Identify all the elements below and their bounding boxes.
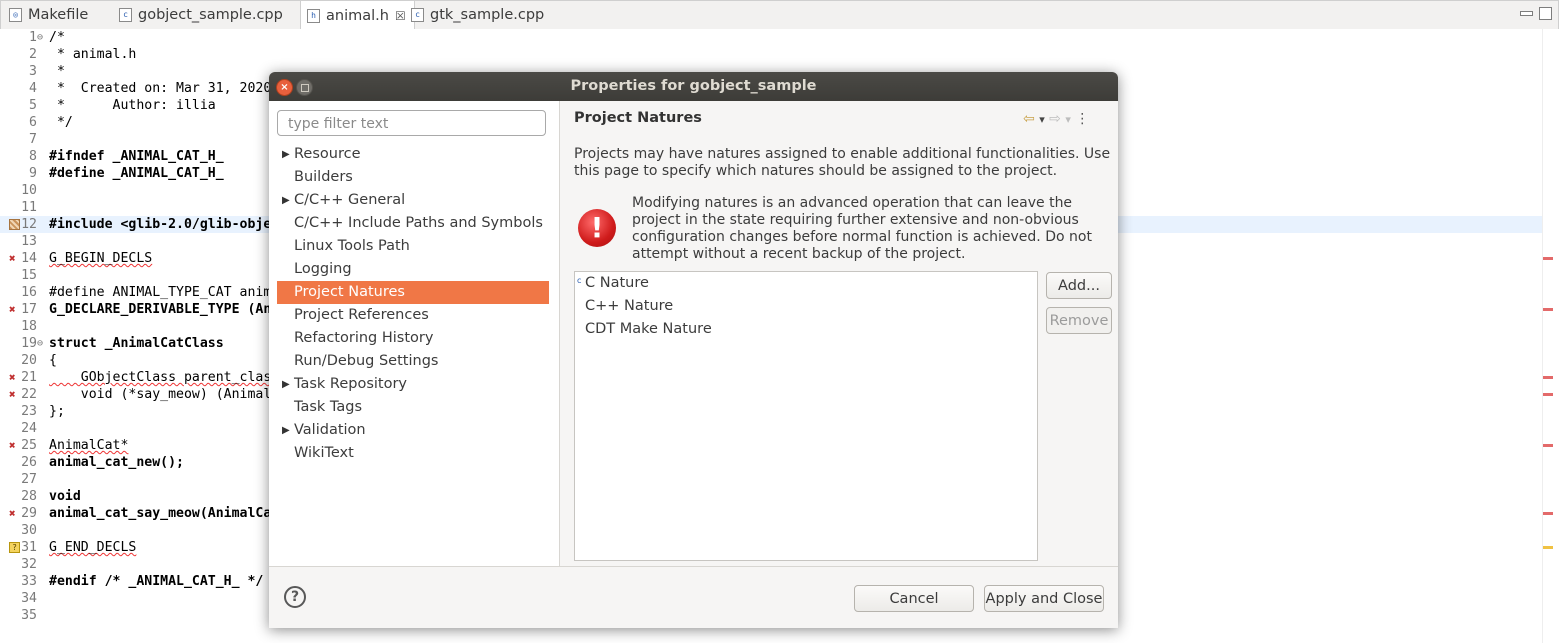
tree-item-project-references[interactable]: Project References [277,304,549,327]
code-line: 2 * animal.h [29,47,137,62]
view-menu-icon[interactable]: ⋮ [1075,111,1089,127]
makefile-icon: ◎ [9,8,22,22]
tree-item-logging[interactable]: Logging [277,258,549,281]
minimize-icon[interactable] [1520,11,1533,16]
tree-item-wikitext[interactable]: WikiText [277,442,549,465]
back-arrow-icon[interactable]: ⇦ [1023,111,1035,127]
tab-gobject-sample-cpp[interactable]: c gobject_sample.cpp [119,1,283,29]
editor-tab-bar: ◎ Makefile c gobject_sample.cpp h animal… [0,0,1559,30]
error-ruler-mark[interactable] [1543,308,1553,311]
back-dropdown-icon[interactable]: ▾ [1039,113,1045,126]
warning-ruler-mark[interactable] [1543,546,1553,549]
expand-arrow-icon[interactable]: ▶ [282,189,290,212]
fold-icon: ⊖ [37,32,44,43]
filter-input[interactable]: type filter text [277,110,546,136]
nature-label: C++ Nature [585,298,674,314]
cpp-file-icon: c [119,8,132,22]
tree-item-project-natures[interactable]: Project Natures [277,281,549,304]
page-title: Project Natures [574,110,702,126]
maximize-icon[interactable] [1539,7,1552,20]
tab-label: gtk_sample.cpp [430,7,545,23]
add-button[interactable]: Add... [1046,272,1112,299]
expand-arrow-icon[interactable]: ▶ [282,419,290,442]
apply-and-close-button[interactable]: Apply and Close [984,585,1104,612]
dialog-title: Properties for gobject_sample [570,78,817,94]
tree-item-builders[interactable]: Builders [277,166,549,189]
tree-item-validation[interactable]: ▶ Validation [277,419,549,442]
expand-arrow-icon[interactable]: ▶ [282,373,290,396]
close-tab-icon[interactable]: ☒ [395,9,406,23]
error-ruler-mark[interactable] [1543,444,1553,447]
tree-item-linux-tools-path[interactable]: Linux Tools Path [277,235,549,258]
c-nature-icon: c [577,276,582,285]
tab-label: animal.h [326,7,389,24]
tab-label: Makefile [28,7,89,23]
tree-item-cpp-general[interactable]: ▶ C/C++ General [277,189,549,212]
property-page-tree: type filter text ▶ Resource Builders ▶ C/C… [269,101,560,566]
fold-icon: ⊖ [37,338,44,349]
page-navigation: ⇦ ▾ ⇨ ▾ ⋮ [1023,111,1089,127]
dialog-title-bar[interactable]: × Properties for gobject_sample [269,72,1118,101]
properties-dialog: × Properties for gobject_sample type fil… [269,72,1118,628]
forward-dropdown-icon[interactable]: ▾ [1065,113,1071,126]
close-icon[interactable]: × [276,79,293,96]
nature-label: C Nature [585,275,649,291]
cpp-file-icon: c [411,8,424,22]
tab-animal-h[interactable]: h animal.h ☒ [300,1,415,30]
tree-item-task-tags[interactable]: Task Tags [277,396,549,419]
expand-arrow-icon[interactable]: ▶ [282,143,290,166]
error-ruler-mark[interactable] [1543,376,1553,379]
natures-list[interactable]: cC Nature C++ Nature CDT Make Nature [574,271,1038,561]
tree-item-include-paths[interactable]: C/C++ Include Paths and Symbols [277,212,549,235]
cancel-button[interactable]: Cancel [854,585,974,612]
forward-arrow-icon[interactable]: ⇨ [1049,111,1061,127]
remove-button[interactable]: Remove [1046,307,1112,334]
tree-item-refactoring-history[interactable]: Refactoring History [277,327,549,350]
project-natures-page: Project Natures ⇦ ▾ ⇨ ▾ ⋮ Projects may h… [560,101,1118,566]
code-line: 1 ⊖/* [29,30,65,45]
overview-ruler[interactable] [1542,29,1559,643]
tree-item-run-debug-settings[interactable]: Run/Debug Settings [277,350,549,373]
help-icon[interactable]: ? [284,586,306,608]
dialog-button-bar: ? Cancel Apply and Close [269,566,1118,628]
tab-makefile[interactable]: ◎ Makefile [9,1,88,29]
warning-message: Modifying natures is an advanced operati… [632,195,1092,262]
page-description: Projects may have natures assigned to en… [574,146,1111,179]
nature-label: CDT Make Nature [585,321,712,337]
tab-label: gobject_sample.cpp [138,7,283,23]
list-item-c-nature[interactable]: cC Nature [577,272,649,295]
list-item-cpp-nature[interactable]: C++ Nature [585,295,673,318]
error-ruler-mark[interactable] [1543,257,1553,260]
maximize-icon[interactable] [296,79,313,96]
tab-gtk-sample-cpp[interactable]: c gtk_sample.cpp [411,1,544,29]
header-file-icon: h [307,8,320,23]
error-ruler-mark[interactable] [1543,512,1553,515]
tree-item-task-repository[interactable]: ▶ Task Repository [277,373,549,396]
error-warning-icon: ! [578,209,616,247]
error-ruler-mark[interactable] [1543,393,1553,396]
tree-item-resource[interactable]: ▶ Resource [277,143,549,166]
list-item-cdt-make-nature[interactable]: CDT Make Nature [585,318,712,341]
